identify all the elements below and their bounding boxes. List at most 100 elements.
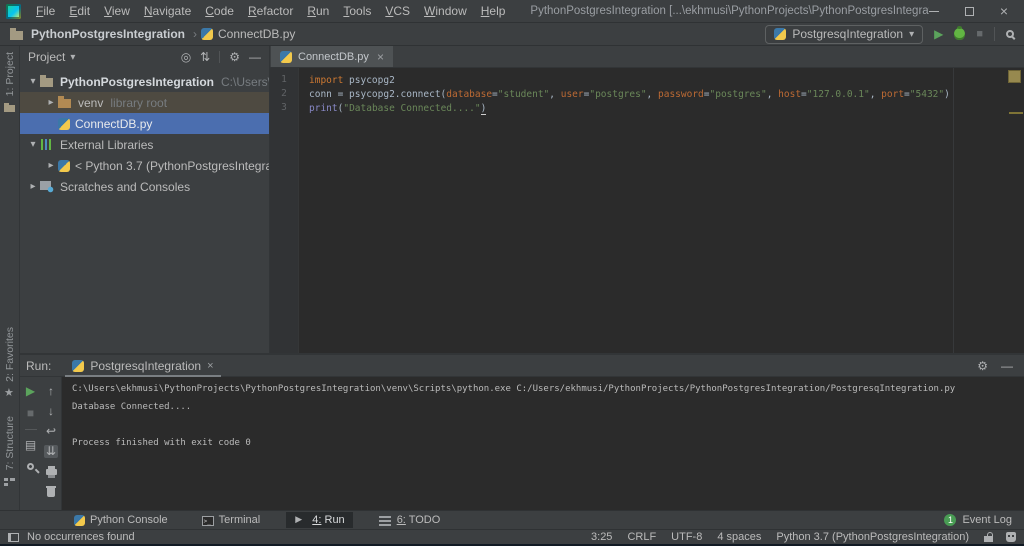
tree-item-external-libraries[interactable]: ▾ External Libraries [20,134,269,155]
pin-tab-icon[interactable] [25,461,36,472]
minimize-icon[interactable] [928,10,939,12]
chevron-down-icon[interactable]: ▾ [70,52,75,63]
code-line[interactable]: conn = psycopg2.connect(database="studen… [309,88,1024,102]
menu-refactor[interactable]: Refactor [241,4,300,18]
status-3-25[interactable]: 3:25 [591,531,612,543]
breadcrumb-project[interactable]: PythonPostgresIntegration [31,27,185,41]
line-number[interactable]: 3 [270,102,298,116]
close-icon[interactable]: × [1000,4,1008,18]
tree-item-venv[interactable]: ▸ venv library root [20,92,269,113]
project-panel-header: Project ▾ ◎ ⇅ ⚙ — [20,46,269,68]
clear-all-icon[interactable] [46,486,56,497]
python-file-icon [201,28,214,40]
menu-file[interactable]: File [29,4,62,18]
tree-right-arrow-icon[interactable]: ▸ [26,181,40,192]
status-utf-8[interactable]: UTF-8 [671,531,702,543]
gear-icon[interactable]: ⚙ [229,50,240,64]
status-python-3-7-pythonpostgresintegration[interactable]: Python 3.7 (PythonPostgresIntegration) [776,531,969,543]
tree-item-connectdb-py[interactable]: ConnectDB.py [20,113,269,134]
menu-help[interactable]: Help [474,4,513,18]
run-tab-postgresqintegration[interactable]: PostgresqIntegration × [65,355,221,377]
highlighting-level-icon[interactable] [1006,532,1016,542]
collapse-all-icon[interactable]: ⇅ [200,50,210,64]
console-output[interactable]: C:\Users\ekhmusi\PythonProjects\PythonPo… [62,377,1024,510]
tree-item-scratches-and-consoles[interactable]: ▸ Scratches and Consoles [20,176,269,197]
line-number[interactable]: 1 [270,74,298,88]
line-number[interactable]: 2 [270,88,298,102]
console-line: Process finished with exit code 0 [72,438,251,448]
folder-icon [10,27,25,41]
print-icon[interactable] [45,466,57,478]
debug-button[interactable] [954,26,966,40]
run-config-select[interactable]: PostgresqIntegration ▾ [765,24,924,44]
soft-wrap-button[interactable]: ↩ [46,425,56,438]
menu-navigate[interactable]: Navigate [137,4,198,18]
tree-down-arrow-icon[interactable]: ▾ [26,139,40,150]
scroll-to-end-button[interactable]: ⇊ [43,445,59,458]
menu-tools[interactable]: Tools [336,4,378,18]
tool-window-toggle-icon[interactable] [8,532,19,542]
run-button[interactable]: ▶ [934,27,943,41]
toolstrip-7-structure[interactable]: 7: Structure [3,416,16,488]
close-tab-icon[interactable]: × [377,50,384,64]
play-icon [294,514,307,526]
event-log-button[interactable]: 1 Event Log [944,514,1024,526]
status-bar: No occurrences found 3:25 CRLF UTF-8 4 spac… [0,529,1024,544]
search-everywhere-icon[interactable] [1006,30,1014,38]
toolstrip-1-project[interactable]: 1: Project [3,52,16,115]
code-line[interactable]: print("Database Connected....") [309,102,1024,116]
toolstrip-2-favorites[interactable]: 2: Favorites [3,327,16,400]
right-margin-guide [953,68,954,353]
hide-panel-icon[interactable]: — [1001,359,1013,373]
project-panel-title[interactable]: Project [28,50,65,64]
menu-window[interactable]: Window [417,4,474,18]
menu-vcs[interactable]: VCS [378,4,417,18]
tree-right-arrow-icon[interactable]: ▸ [44,160,58,171]
gear-icon[interactable]: ⚙ [977,359,988,373]
editor-gutter[interactable]: 123 [270,68,299,353]
lock-icon[interactable] [984,532,993,542]
menu-run[interactable]: Run [300,4,336,18]
close-tab-icon[interactable]: × [207,360,213,372]
tree-suffix: library root [110,95,168,110]
chevron-right-icon: › [193,27,198,41]
stop-button[interactable]: ■ [976,28,983,40]
status-4-spaces[interactable]: 4 spaces [717,531,761,543]
stop-button[interactable]: ■ [27,407,34,420]
tree-label: < Python 3.7 (PythonPostgresIntegration)… [75,158,269,173]
console-line: Database Connected.... [72,402,192,412]
tree-suffix: C:\Users\ekhmusi\Pyt [221,74,269,89]
toolwindow-4-run[interactable]: 4: Run [286,512,353,528]
tree-down-arrow-icon[interactable]: ▾ [26,76,40,87]
tree-right-arrow-icon[interactable]: ▸ [44,97,58,108]
star-icon [3,386,16,400]
status-crlf[interactable]: CRLF [627,531,656,543]
menu-code[interactable]: Code [198,4,241,18]
inspection-indicator[interactable] [1008,70,1021,83]
run-panel-header: Run: PostgresqIntegration × ⚙ — [20,355,1024,377]
tab-connectdb[interactable]: ConnectDB.py × [271,46,393,67]
toolstrip-label: 2: Favorites [3,326,16,382]
restore-layout-button[interactable]: ▤ [25,439,36,452]
maximize-icon[interactable] [964,6,974,16]
up-stack-trace-button[interactable]: ↑ [48,385,54,398]
tree-item-python-3-7-pythonpostgresintegration[interactable]: ▸ < Python 3.7 (PythonPostgresIntegration… [20,155,269,176]
scratches-icon [40,180,55,193]
toolwindow-python-console[interactable]: Python Console [66,512,176,528]
breadcrumb-file[interactable]: ConnectDB.py [218,27,295,41]
menu-view[interactable]: View [97,4,137,18]
toolwindow-6-todo[interactable]: 6: TODO [371,512,449,528]
rerun-button[interactable]: ▶ [26,385,35,398]
warning-stripe-mark[interactable] [1009,112,1023,114]
navigation-bar: PythonPostgresIntegration › ConnectDB.py… [0,23,1024,46]
code-line[interactable]: import psycopg2 [309,74,1024,88]
down-stack-trace-button[interactable]: ↓ [48,405,54,418]
menu-edit[interactable]: Edit [62,4,97,18]
editor-body[interactable]: 123 import psycopg2 conn = psycopg2.conne… [270,68,1024,353]
tree-item-pythonpostgresintegration[interactable]: ▾ PythonPostgresIntegration C:\Users\ekhmu… [20,71,269,92]
locate-icon[interactable]: ◎ [181,50,191,64]
editor: ConnectDB.py × 123 import psycopg2 conn =… [270,46,1024,353]
toolwindow-terminal[interactable]: Terminal [194,512,269,528]
code-area[interactable]: import psycopg2 conn = psycopg2.connect(d… [299,68,1024,353]
hide-panel-icon[interactable]: — [249,50,261,64]
